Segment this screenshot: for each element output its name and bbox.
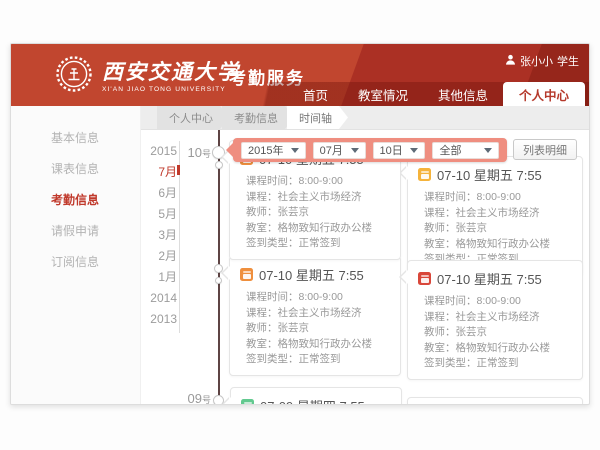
card-field-teacher: 教师：张芸京 [240, 321, 390, 337]
sidebar-item-schedule-info[interactable]: 课表信息 [11, 153, 140, 184]
timeline-period-list: 2015 7月 6月 5月 3月 2月 1月 2014 2013 [141, 141, 177, 330]
chevron-down-icon [410, 148, 418, 153]
sidebar-item-attendance-info[interactable]: 考勤信息 [11, 184, 140, 215]
card-field-room: 教室：格物致知行政办公楼 [240, 337, 390, 353]
period-february[interactable]: 2月 [141, 246, 177, 267]
chevron-down-icon [291, 148, 299, 153]
sidebar: 基本信息 课表信息 考勤信息 请假申请 订阅信息 [11, 106, 141, 404]
card-date: 07-10 星期五 7:55 [437, 165, 542, 184]
period-2014[interactable]: 2014 [141, 288, 177, 309]
university-name-cn: 西安交通大学 [102, 61, 240, 85]
card-field-type: 签到类型：正常签到 [240, 352, 390, 368]
app-window: 西安交通大学 XI'AN JIAO TONG UNIVERSITY 考勤服务 张… [10, 43, 590, 405]
attendance-card[interactable]: 07-10 星期五 7:55 课程时间：8:00-9:00 课程：社会主义市场经… [407, 156, 583, 276]
card-field-time: 课程时间：8:00-9:00 [240, 174, 390, 190]
period-july[interactable]: 7月 [141, 162, 177, 183]
period-june[interactable]: 6月 [141, 183, 177, 204]
chevron-down-icon [351, 148, 359, 153]
calendar-icon [241, 399, 254, 405]
breadcrumb-personal-center[interactable]: 个人中心 [157, 106, 229, 129]
period-may[interactable]: 5月 [141, 204, 177, 225]
breadcrumb-timeline[interactable]: 时间轴 [287, 106, 348, 129]
card-field-type: 签到类型：正常签到 [418, 356, 572, 372]
filter-popover: 2015年 07月 10日 全部 [233, 138, 507, 162]
user-name: 张小小 [520, 53, 553, 69]
card-field-course: 课程：社会主义市场经济 [418, 310, 572, 326]
list-detail-button[interactable]: 列表明细 [513, 139, 577, 160]
user-account[interactable]: 张小小 学生 [505, 53, 579, 69]
period-january[interactable]: 1月 [141, 267, 177, 288]
attendance-card[interactable]: 07-09 星期四 7:55 [230, 387, 402, 405]
day-marker-09: 09号 [163, 390, 211, 405]
card-date: 07-10 星期五 7:55 [259, 265, 364, 284]
chevron-down-icon [484, 148, 492, 153]
header-banner: 西安交通大学 XI'AN JIAO TONG UNIVERSITY 考勤服务 张… [11, 44, 589, 106]
card-field-teacher: 教师：张芸京 [418, 325, 572, 341]
card-field-teacher: 教师：张芸京 [418, 221, 572, 237]
sidebar-item-basic-info[interactable]: 基本信息 [11, 122, 140, 153]
card-field-room: 教室：格物致知行政办公楼 [418, 237, 572, 253]
current-period-marker [177, 165, 180, 175]
nav-personal-center[interactable]: 个人中心 [503, 82, 585, 106]
user-role: 学生 [557, 53, 579, 69]
timeline-node[interactable] [215, 277, 222, 284]
card-field-room: 教室：格物致知行政办公楼 [418, 341, 572, 357]
month-select[interactable]: 07月 [313, 142, 366, 159]
attendance-card[interactable]: 07-10 星期五 7:55 课程时间：8:00-9:00 课程：社会主义市场经… [407, 260, 583, 380]
breadcrumb-attendance-info[interactable]: 考勤信息 [222, 106, 294, 129]
main-nav: 首页 教室情况 其他信息 个人中心 [11, 82, 589, 106]
card-field-course: 课程：社会主义市场经济 [418, 206, 572, 222]
type-select[interactable]: 全部 [432, 142, 499, 159]
card-field-room: 教室：格物致知行政办公楼 [240, 221, 390, 237]
card-field-course: 课程：社会主义市场经济 [240, 306, 390, 322]
day-select[interactable]: 10日 [373, 142, 426, 159]
calendar-icon [418, 272, 431, 285]
card-field-time: 课程时间：8:00-9:00 [240, 290, 390, 306]
nav-other-info[interactable]: 其他信息 [423, 82, 503, 106]
attendance-card[interactable] [407, 397, 583, 405]
timeline-node[interactable] [215, 161, 223, 169]
nav-home[interactable]: 首页 [288, 82, 343, 106]
period-march[interactable]: 3月 [141, 225, 177, 246]
card-field-time: 课程时间：8:00-9:00 [418, 294, 572, 310]
sidebar-item-leave-request[interactable]: 请假申请 [11, 215, 140, 246]
day-marker-10: 10号 [163, 144, 211, 162]
timeline-node[interactable] [213, 395, 224, 405]
calendar-icon [418, 168, 431, 181]
timeline-node[interactable] [214, 264, 223, 273]
attendance-card[interactable]: 07-10 星期五 7:55 课程时间：8:00-9:00 课程：社会主义市场经… [229, 256, 401, 376]
year-select[interactable]: 2015年 [241, 142, 306, 159]
breadcrumb: 个人中心 考勤信息 时间轴 [141, 106, 589, 130]
period-2013[interactable]: 2013 [141, 309, 177, 330]
user-icon [505, 54, 516, 68]
card-field-type: 签到类型：正常签到 [240, 236, 390, 252]
card-date: 07-10 星期五 7:55 [437, 269, 542, 288]
card-field-course: 课程：社会主义市场经济 [240, 190, 390, 206]
card-date: 07-09 星期四 7:55 [260, 396, 365, 405]
card-field-teacher: 教师：张芸京 [240, 205, 390, 221]
nav-classrooms[interactable]: 教室情况 [343, 82, 423, 106]
sidebar-item-subscription-info[interactable]: 订阅信息 [11, 246, 140, 277]
card-field-time: 课程时间：8:00-9:00 [418, 190, 572, 206]
calendar-icon [240, 268, 253, 281]
